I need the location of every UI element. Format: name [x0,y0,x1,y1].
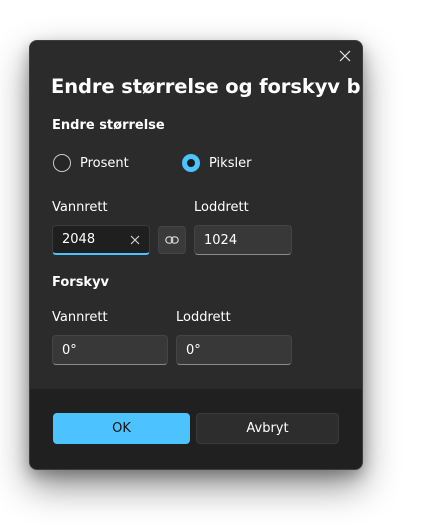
close-button[interactable] [331,44,359,68]
skew-horizontal-value: 0° [62,342,77,358]
clear-button[interactable] [127,232,143,248]
resize-vertical-input[interactable]: 1024 [194,225,292,255]
radio-percent[interactable]: Prosent [53,154,129,172]
radio-pixels[interactable]: Piksler [182,154,251,172]
skew-vertical-value: 0° [186,342,201,358]
radio-pixels-label: Piksler [209,155,252,171]
close-icon [339,50,351,62]
resize-vertical-value: 1024 [204,232,238,248]
link-icon [165,236,179,244]
skew-horizontal-input[interactable]: 0° [52,335,168,365]
dialog-title: Endre størrelse og forskyv bilde [51,75,362,98]
cancel-button[interactable]: Avbryt [196,413,339,444]
radio-percent-label: Prosent [80,155,129,171]
resize-vertical-label: Loddrett [194,200,249,215]
dialog-footer: OK Avbryt [30,389,362,469]
skew-vertical-input[interactable]: 0° [176,335,292,365]
resize-heading: Endre størrelse [52,118,165,133]
link-aspect-button[interactable] [158,226,186,254]
radio-percent-circle [53,154,71,172]
resize-skew-dialog: Endre størrelse og forskyv bilde Endre s… [29,40,363,470]
resize-horizontal-input[interactable]: 2048 [52,225,150,255]
skew-vertical-label: Loddrett [176,310,231,325]
resize-horizontal-label: Vannrett [52,200,108,215]
radio-pixels-circle [182,154,200,172]
close-icon [130,235,140,245]
skew-heading: Forskyv [52,275,110,290]
resize-horizontal-value: 2048 [62,232,96,247]
ok-button[interactable]: OK [53,413,190,444]
skew-horizontal-label: Vannrett [52,310,108,325]
